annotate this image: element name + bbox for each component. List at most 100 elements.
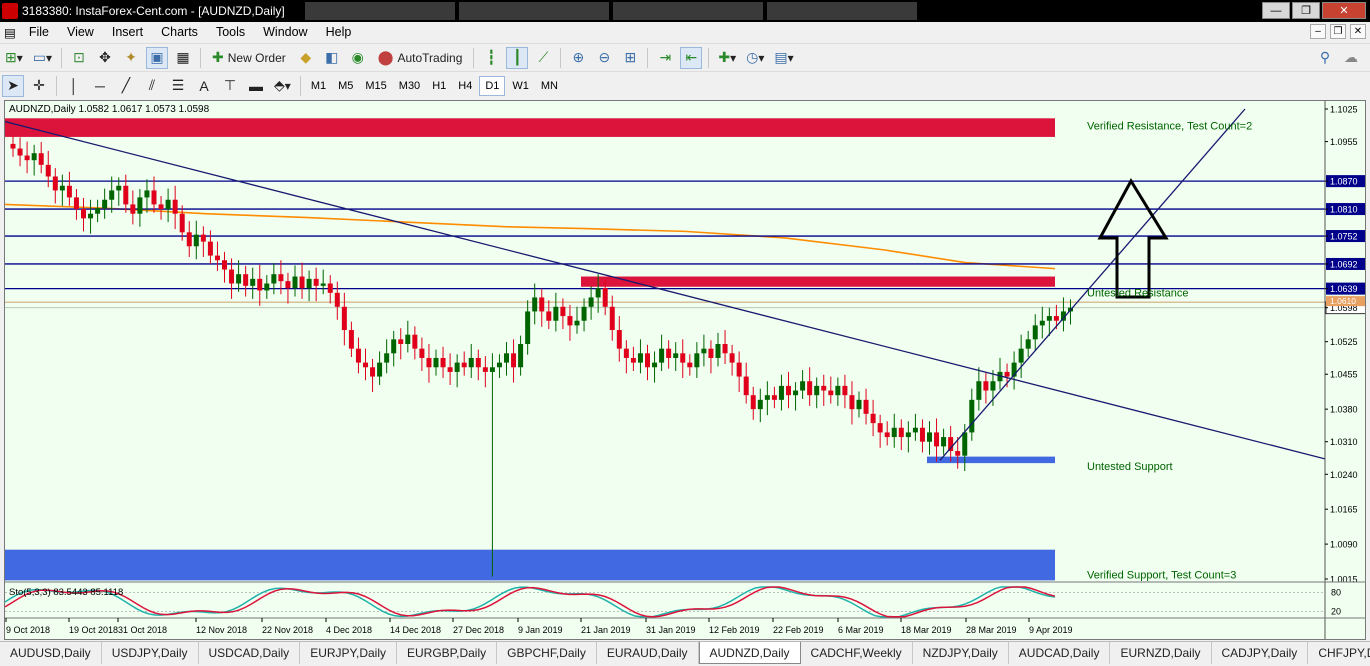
tf-m1[interactable]: M1 [306,76,331,96]
tf-h4[interactable]: H4 [453,76,477,96]
symbol-tab[interactable]: AUDNZD,Daily [698,642,801,664]
menu-window[interactable]: Window [254,25,316,39]
navigator-icon[interactable]: ✦ [120,47,142,69]
symbol-tab[interactable]: EURGBP,Daily [397,642,498,664]
tf-d1[interactable]: D1 [479,75,506,96]
menu-view[interactable]: View [58,25,103,39]
autoscroll-icon[interactable]: ⇥ [654,47,676,69]
line-chart-icon[interactable]: ⟋ [532,47,554,69]
candlestick-icon[interactable]: ┃ [506,46,529,69]
price-chart[interactable]: Verified Resistance, Test Count=2 Unteste… [5,101,1366,640]
chat-icon[interactable]: ☁ [1340,47,1362,69]
candle-body [750,395,756,410]
metaeditor-icon[interactable]: ◆ [295,47,317,69]
periods-button[interactable]: ◷ ▾ [743,47,767,69]
arrows-button[interactable]: ⬘ ▾ [271,75,294,97]
candle-body [645,353,650,368]
channel-icon[interactable]: ⫽ [141,75,163,97]
signals-icon[interactable]: ◉ [347,47,369,69]
symbol-tab[interactable]: CADJPY,Daily [1212,642,1309,664]
tf-mn[interactable]: MN [536,76,563,96]
candle-body [405,334,411,344]
text-icon[interactable]: A [193,75,215,97]
strategy-tester-icon[interactable]: ▦ [172,47,194,69]
bar-chart-icon[interactable]: ┇ [480,47,502,69]
candle-body [680,353,686,363]
chart-window[interactable]: Verified Resistance, Test Count=2 Unteste… [4,100,1366,640]
candle-body [616,330,622,349]
symbol-tab[interactable]: AUDCAD,Daily [1009,642,1111,664]
symbol-tab[interactable]: NZDJPY,Daily [913,642,1009,664]
menu-insert[interactable]: Insert [103,25,152,39]
date-label: 9 Oct 2018 [6,625,50,635]
symbol-tab[interactable]: AUDUSD,Daily [0,642,102,664]
tf-m15[interactable]: M15 [360,76,391,96]
price-label: 1.0525 [1330,337,1358,347]
menu-file[interactable]: File [20,25,58,39]
candle-body [130,204,136,214]
tf-m30[interactable]: M30 [394,76,425,96]
candle-body [659,348,665,363]
date-label: 28 Mar 2019 [966,625,1017,635]
zoom-out-icon[interactable]: ⊖ [593,47,615,69]
symbol-tab[interactable]: EURAUD,Daily [597,642,699,664]
symbol-tab[interactable]: USDJPY,Daily [102,642,199,664]
mdi-minimize-button[interactable]: – [1310,24,1326,39]
profiles-button[interactable]: ▭ ▾ [30,47,55,69]
cursor-icon[interactable]: ➤ [2,74,24,97]
zoom-in-icon[interactable]: ⊕ [567,47,589,69]
data-window-icon[interactable]: ✥ [94,47,116,69]
candle-body [355,348,361,363]
candle-body [193,234,199,247]
candle-body [102,199,108,209]
horizontal-line-icon[interactable]: ─ [89,75,111,97]
symbol-tab[interactable]: EURJPY,Daily [300,642,397,664]
tile-windows-icon[interactable]: ⊞ [619,47,641,69]
mdi-close-button[interactable]: ✕ [1350,24,1366,39]
chart-shift-icon[interactable]: ⇤ [680,46,703,69]
verified-resistance-label: Verified Resistance, Test Count=2 [1087,120,1252,132]
candle-body [363,362,368,368]
menu-tools[interactable]: Tools [207,25,254,39]
tf-h1[interactable]: H1 [427,76,451,96]
symbol-tab[interactable]: USDCAD,Daily [199,642,301,664]
close-button[interactable]: ✕ [1322,2,1366,19]
candle-body [793,390,799,396]
terminal-icon[interactable]: ▣ [146,46,169,69]
minimize-button[interactable]: — [1262,2,1290,19]
search-icon[interactable]: ⚲ [1314,47,1336,69]
symbol-tab[interactable]: CADCHF,Weekly [801,642,913,664]
candle-body [1053,316,1059,321]
menu-help[interactable]: Help [317,25,361,39]
templates-button[interactable]: ▤ ▾ [771,47,796,69]
candle-body [447,367,453,372]
symbol-tab[interactable]: EURNZD,Daily [1110,642,1212,664]
market-watch-icon[interactable]: ⊡ [68,47,90,69]
candle-body [66,185,72,198]
stochastic-header: Sto(5,3,3) 83.5443 85.1118 [9,587,123,598]
menu-charts[interactable]: Charts [152,25,207,39]
mdi-restore-button[interactable]: ❐ [1330,24,1346,39]
text-label-icon[interactable]: ⊤ [219,75,241,97]
restore-button[interactable]: ❐ [1292,2,1320,19]
market-icon[interactable]: ◧ [321,47,343,69]
fibonacci-icon[interactable]: ☰ [167,75,189,97]
auto-trading-button[interactable]: ⬤ AutoTrading [373,47,468,69]
new-order-button[interactable]: ✚ New Order [207,47,291,69]
new-chart-button[interactable]: ⊞ ▾ [2,47,26,69]
symbol-tab[interactable]: GBPCHF,Daily [497,642,597,664]
price-label: 1.0955 [1330,137,1358,147]
symbol-tab[interactable]: CHFJPY,Da [1308,642,1370,664]
candle-body [722,344,728,354]
tf-m5[interactable]: M5 [333,76,358,96]
rectangle-icon[interactable]: ▬ [245,75,267,97]
indicators-button[interactable]: ✚ ▾ [715,47,739,69]
crosshair-icon[interactable]: ✛ [28,75,50,97]
candle-body [334,292,340,307]
candle-body [842,385,848,396]
trendline-icon[interactable]: ╱ [115,75,137,97]
candle-body [715,344,721,358]
tf-w1[interactable]: W1 [507,76,534,96]
candle-body [285,281,291,289]
vertical-line-icon[interactable]: │ [63,75,85,97]
